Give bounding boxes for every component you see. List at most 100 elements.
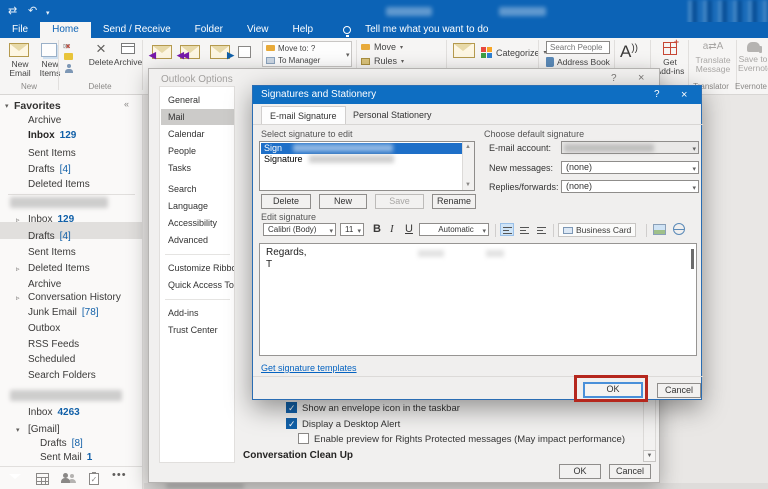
insert-hyperlink-icon[interactable] <box>673 223 685 235</box>
folder-conversation-history[interactable]: Conversation History <box>28 290 121 305</box>
delete-signature-button[interactable]: Delete <box>261 194 311 209</box>
signature-list-item[interactable]: Signature <box>261 154 462 165</box>
new-items-button[interactable]: New Items <box>36 43 64 78</box>
signature-templates-link[interactable]: Get signature templates <box>261 363 357 373</box>
collapse-icon[interactable]: ▾ <box>16 426 26 434</box>
tab-email-signature[interactable]: E-mail Signature <box>261 106 346 124</box>
address-book-button[interactable]: Address Book <box>546 57 610 67</box>
folder-drafts[interactable]: Drafts [4] <box>28 162 71 177</box>
quick-steps-more-button[interactable]: ▾ <box>346 51 350 59</box>
options-nav-calendar[interactable]: Calendar <box>161 126 234 142</box>
options-nav-general[interactable]: General <box>161 92 234 108</box>
options-nav-people[interactable]: People <box>161 143 234 159</box>
rules-button[interactable]: Rules ▾ <box>361 56 404 66</box>
options-nav-trust-center[interactable]: Trust Center <box>161 322 234 338</box>
close-icon[interactable]: × <box>681 86 687 104</box>
expand-icon[interactable]: ▹ <box>16 294 26 302</box>
signature-list-item-selected[interactable]: Sign <box>261 143 462 154</box>
customize-qat-icon[interactable]: ▾ <box>46 6 50 22</box>
edit-area-scrollbar[interactable] <box>691 249 694 269</box>
folder-deleted-items[interactable]: Deleted Items <box>28 177 90 192</box>
align-left-icon[interactable] <box>500 223 514 236</box>
align-right-icon[interactable] <box>534 223 548 236</box>
email-account-dropdown[interactable] <box>561 141 699 155</box>
options-nav-tasks[interactable]: Tasks <box>161 160 234 176</box>
folder-gmail-sent-mail[interactable]: Sent Mail 1 <box>40 450 92 465</box>
forward-button[interactable]: ▶ <box>210 45 234 60</box>
help-icon[interactable]: ? <box>654 86 660 104</box>
options-nav-language[interactable]: Language <box>161 198 234 214</box>
options-ok-button[interactable]: OK <box>559 464 601 479</box>
junk-button[interactable] <box>64 64 73 73</box>
options-nav-add-ins[interactable]: Add-ins <box>161 305 234 321</box>
font-color-dropdown[interactable]: Automatic <box>419 223 489 237</box>
folder-gmail-root[interactable]: [Gmail] <box>28 422 60 437</box>
reply-all-button[interactable]: ◀ ◀ <box>177 45 200 60</box>
rename-signature-button[interactable]: Rename <box>432 194 476 209</box>
desktop-alert-checkbox[interactable] <box>286 418 297 429</box>
expand-icon[interactable]: ▹ <box>16 265 26 273</box>
quick-step-move-to[interactable]: Move to: ? <box>263 42 351 54</box>
categorize-button[interactable]: Categorize ▾ <box>481 47 547 58</box>
scroll-down-icon[interactable]: ▼ <box>465 182 471 188</box>
new-signature-button[interactable]: New <box>319 194 367 209</box>
cleanup-button[interactable] <box>64 53 73 60</box>
align-center-icon[interactable] <box>517 223 531 236</box>
options-nav-accessibility[interactable]: Accessibility <box>161 215 234 231</box>
scroll-up-icon[interactable]: ▲ <box>465 144 471 150</box>
folder-junk-email[interactable]: Junk Email [78] <box>28 305 99 320</box>
business-card-button[interactable]: Business Card <box>558 223 637 237</box>
search-people-input[interactable] <box>546 41 610 54</box>
folder-scheduled[interactable]: Scheduled <box>28 352 75 367</box>
tell-me-box[interactable]: Tell me what you want to do <box>365 22 488 38</box>
meeting-icon[interactable] <box>238 46 251 58</box>
folder-inbox[interactable]: Inbox 129 <box>28 212 74 227</box>
favorites-header[interactable]: Favorites <box>14 99 61 114</box>
folder-deleted-items[interactable]: Deleted Items <box>28 261 90 276</box>
folder-sent-items[interactable]: Sent Items <box>28 146 76 161</box>
folder-search-folders[interactable]: Search Folders <box>28 368 96 383</box>
bold-button[interactable]: B <box>373 223 381 235</box>
folder-inbox-gmail[interactable]: Inbox 4263 <box>28 405 80 420</box>
options-nav-customize-ribbon[interactable]: Customize Ribbon <box>161 260 234 276</box>
send-receive-qat-icon[interactable]: ⇄ <box>8 3 17 19</box>
undo-icon[interactable]: ↶ <box>28 3 37 19</box>
folder-sent-items[interactable]: Sent Items <box>28 245 76 260</box>
insert-picture-icon[interactable] <box>653 224 666 235</box>
help-icon[interactable]: ? <box>611 73 617 84</box>
tab-help[interactable]: Help <box>281 22 326 38</box>
tab-personal-stationery[interactable]: Personal Stationery <box>345 106 440 124</box>
signature-edit-area[interactable]: Regards, T <box>259 243 697 356</box>
close-icon[interactable]: × <box>638 72 644 84</box>
tab-home[interactable]: Home <box>40 22 91 38</box>
move-button[interactable]: Move ▾ <box>361 42 403 52</box>
options-nav-mail[interactable]: Mail <box>161 109 234 125</box>
folder-inbox-favorite[interactable]: Inbox 129 <box>28 128 76 143</box>
expand-icon[interactable]: ▹ <box>16 216 26 224</box>
options-nav-quick-access-toolbar[interactable]: Quick Access Toolbar <box>161 277 234 293</box>
archive-button[interactable]: Archive <box>112 43 144 67</box>
italic-button[interactable]: I <box>390 223 394 235</box>
calendar-nav-icon[interactable] <box>36 473 49 485</box>
font-size-dropdown[interactable]: 11 <box>340 223 364 237</box>
folder-drafts[interactable]: Drafts [4] <box>28 229 71 244</box>
new-messages-dropdown[interactable]: (none) <box>561 161 699 175</box>
tab-file[interactable]: File <box>0 22 40 38</box>
more-apps-icon[interactable]: ••• <box>112 469 127 481</box>
ignore-button[interactable]: ✉× <box>63 42 70 51</box>
tab-view[interactable]: View <box>235 22 281 38</box>
unread-read-button[interactable] <box>453 43 475 58</box>
font-name-dropdown[interactable]: Calibri (Body) <box>263 223 336 237</box>
envelope-taskbar-checkbox[interactable] <box>286 402 297 413</box>
read-aloud-button[interactable]: A)) <box>620 42 638 62</box>
options-nav-advanced[interactable]: Advanced <box>161 232 234 248</box>
quick-step-to-manager[interactable]: To Manager <box>263 54 351 66</box>
rights-protected-checkbox[interactable] <box>298 433 309 444</box>
tasks-nav-icon[interactable]: ✓ <box>89 472 99 485</box>
tab-send-receive[interactable]: Send / Receive <box>91 22 183 38</box>
minimize-folder-pane-icon[interactable]: « <box>124 99 129 109</box>
folder-rss-feeds[interactable]: RSS Feeds <box>28 337 79 352</box>
tab-folder[interactable]: Folder <box>183 22 235 38</box>
folder-archive[interactable]: Archive <box>28 113 61 128</box>
underline-button[interactable]: U <box>405 223 413 235</box>
